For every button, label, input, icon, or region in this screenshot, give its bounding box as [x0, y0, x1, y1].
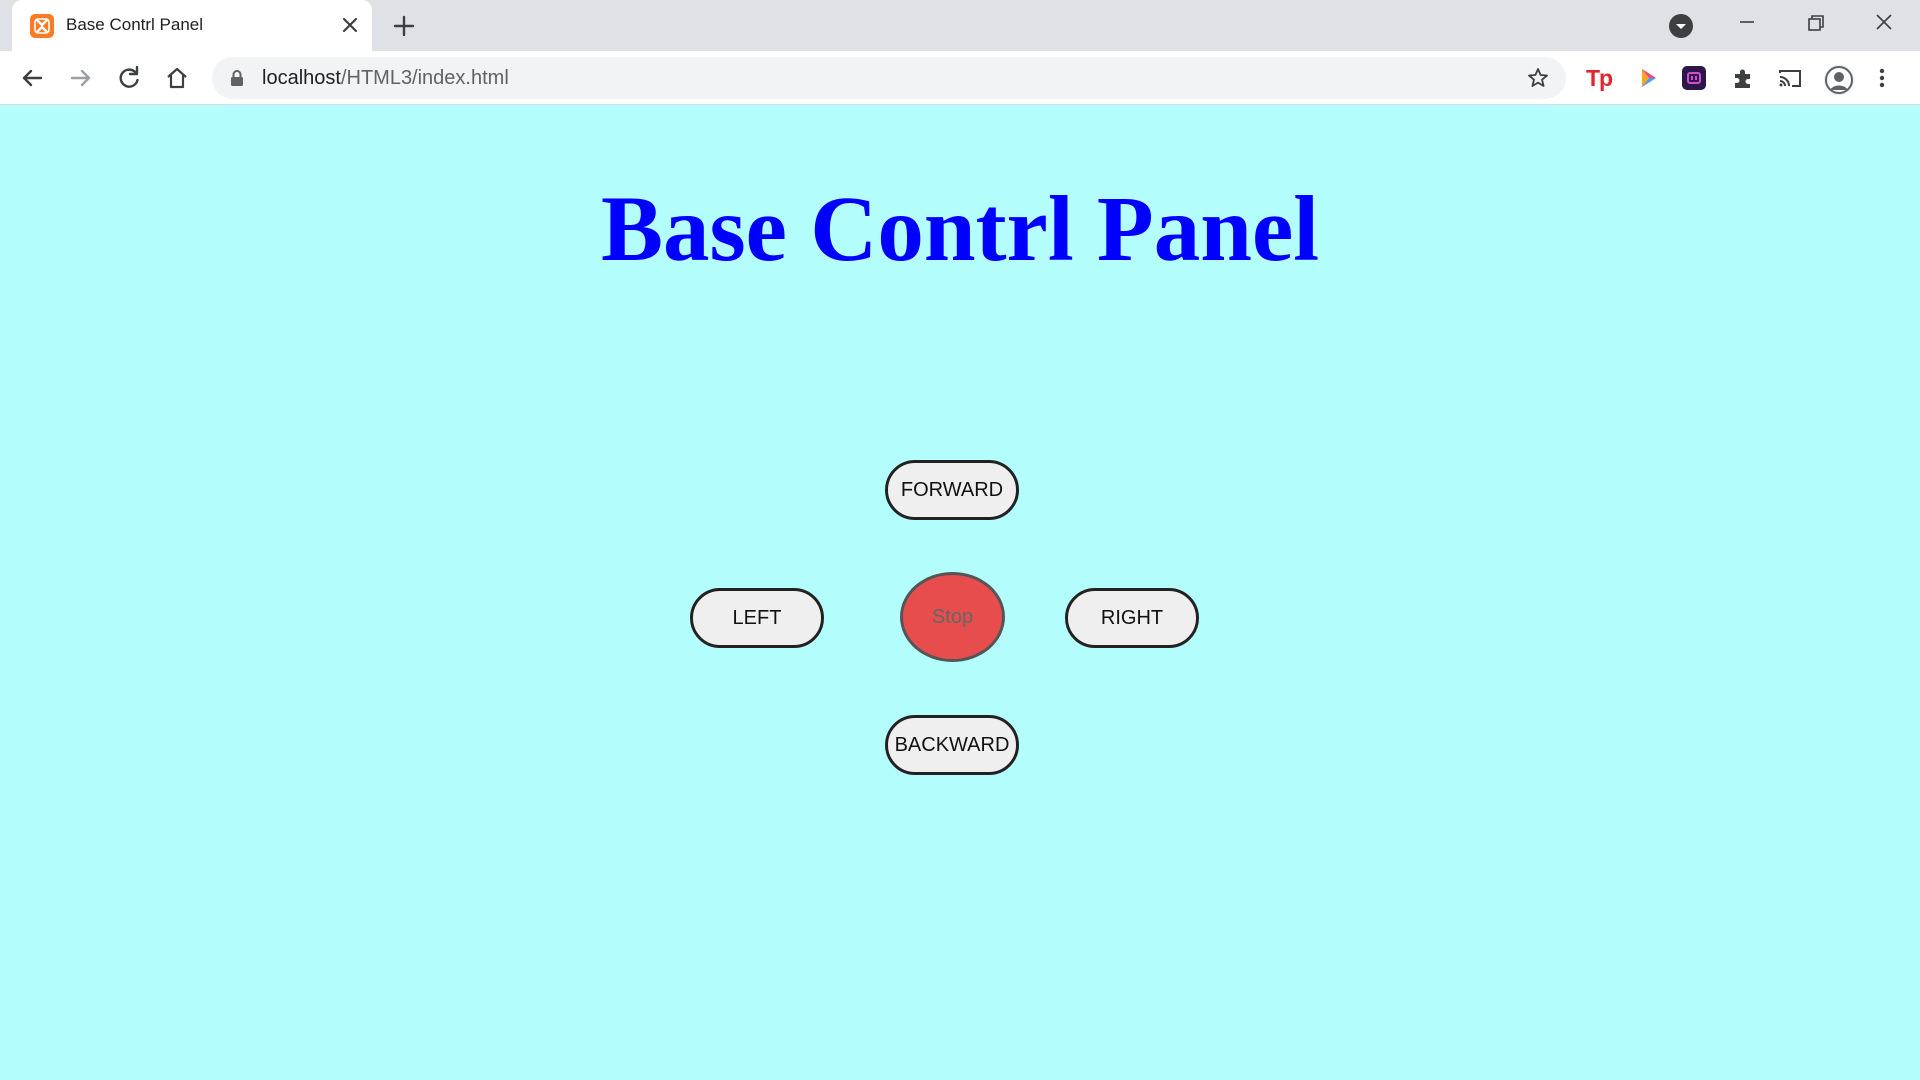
tp-extension-icon[interactable]: Tp: [1586, 64, 1614, 92]
url-text[interactable]: localhost/HTML3/index.html: [262, 67, 509, 90]
avatar-icon[interactable]: [1824, 65, 1854, 95]
puzzle-icon[interactable]: [1729, 64, 1757, 92]
forward-button[interactable]: FORWARD: [885, 460, 1019, 520]
lock-icon[interactable]: [228, 69, 246, 87]
play-extension-icon[interactable]: [1634, 64, 1662, 92]
address-bar[interactable]: localhost/HTML3/index.html: [212, 57, 1566, 99]
browser-tab[interactable]: Base Contrl Panel: [12, 0, 372, 51]
home-icon[interactable]: [161, 62, 193, 94]
browser-toolbar: localhost/HTML3/index.html Tp: [0, 51, 1920, 105]
reload-icon[interactable]: [113, 62, 145, 94]
cast-icon[interactable]: [1776, 64, 1804, 92]
minimize-icon[interactable]: [1729, 8, 1765, 44]
tab-search-icon[interactable]: [1669, 14, 1693, 38]
back-arrow-icon[interactable]: [16, 62, 48, 94]
tab-strip: Base Contrl Panel: [0, 0, 1920, 51]
star-icon[interactable]: [1526, 66, 1550, 90]
xampp-icon: [30, 14, 54, 38]
stop-button[interactable]: Stop: [900, 572, 1005, 662]
page-title: Base Contrl Panel: [600, 178, 1320, 281]
url-host: localhost: [262, 67, 341, 89]
close-window-icon[interactable]: [1866, 8, 1902, 44]
tab-title: Base Contrl Panel: [66, 15, 204, 34]
backward-button[interactable]: BACKWARD: [885, 715, 1019, 775]
restore-icon[interactable]: [1798, 8, 1834, 44]
purple-extension-icon[interactable]: [1682, 66, 1706, 90]
page-content: Base Contrl Panel FORWARD LEFT Stop RIGH…: [0, 106, 1920, 1080]
close-icon[interactable]: [338, 13, 362, 37]
forward-arrow-icon[interactable]: [65, 62, 97, 94]
url-path: /HTML3/index.html: [340, 67, 509, 89]
plus-icon[interactable]: [390, 12, 418, 40]
right-button[interactable]: RIGHT: [1065, 588, 1199, 648]
left-button[interactable]: LEFT: [690, 588, 824, 648]
kebab-menu-icon[interactable]: [1872, 64, 1892, 92]
